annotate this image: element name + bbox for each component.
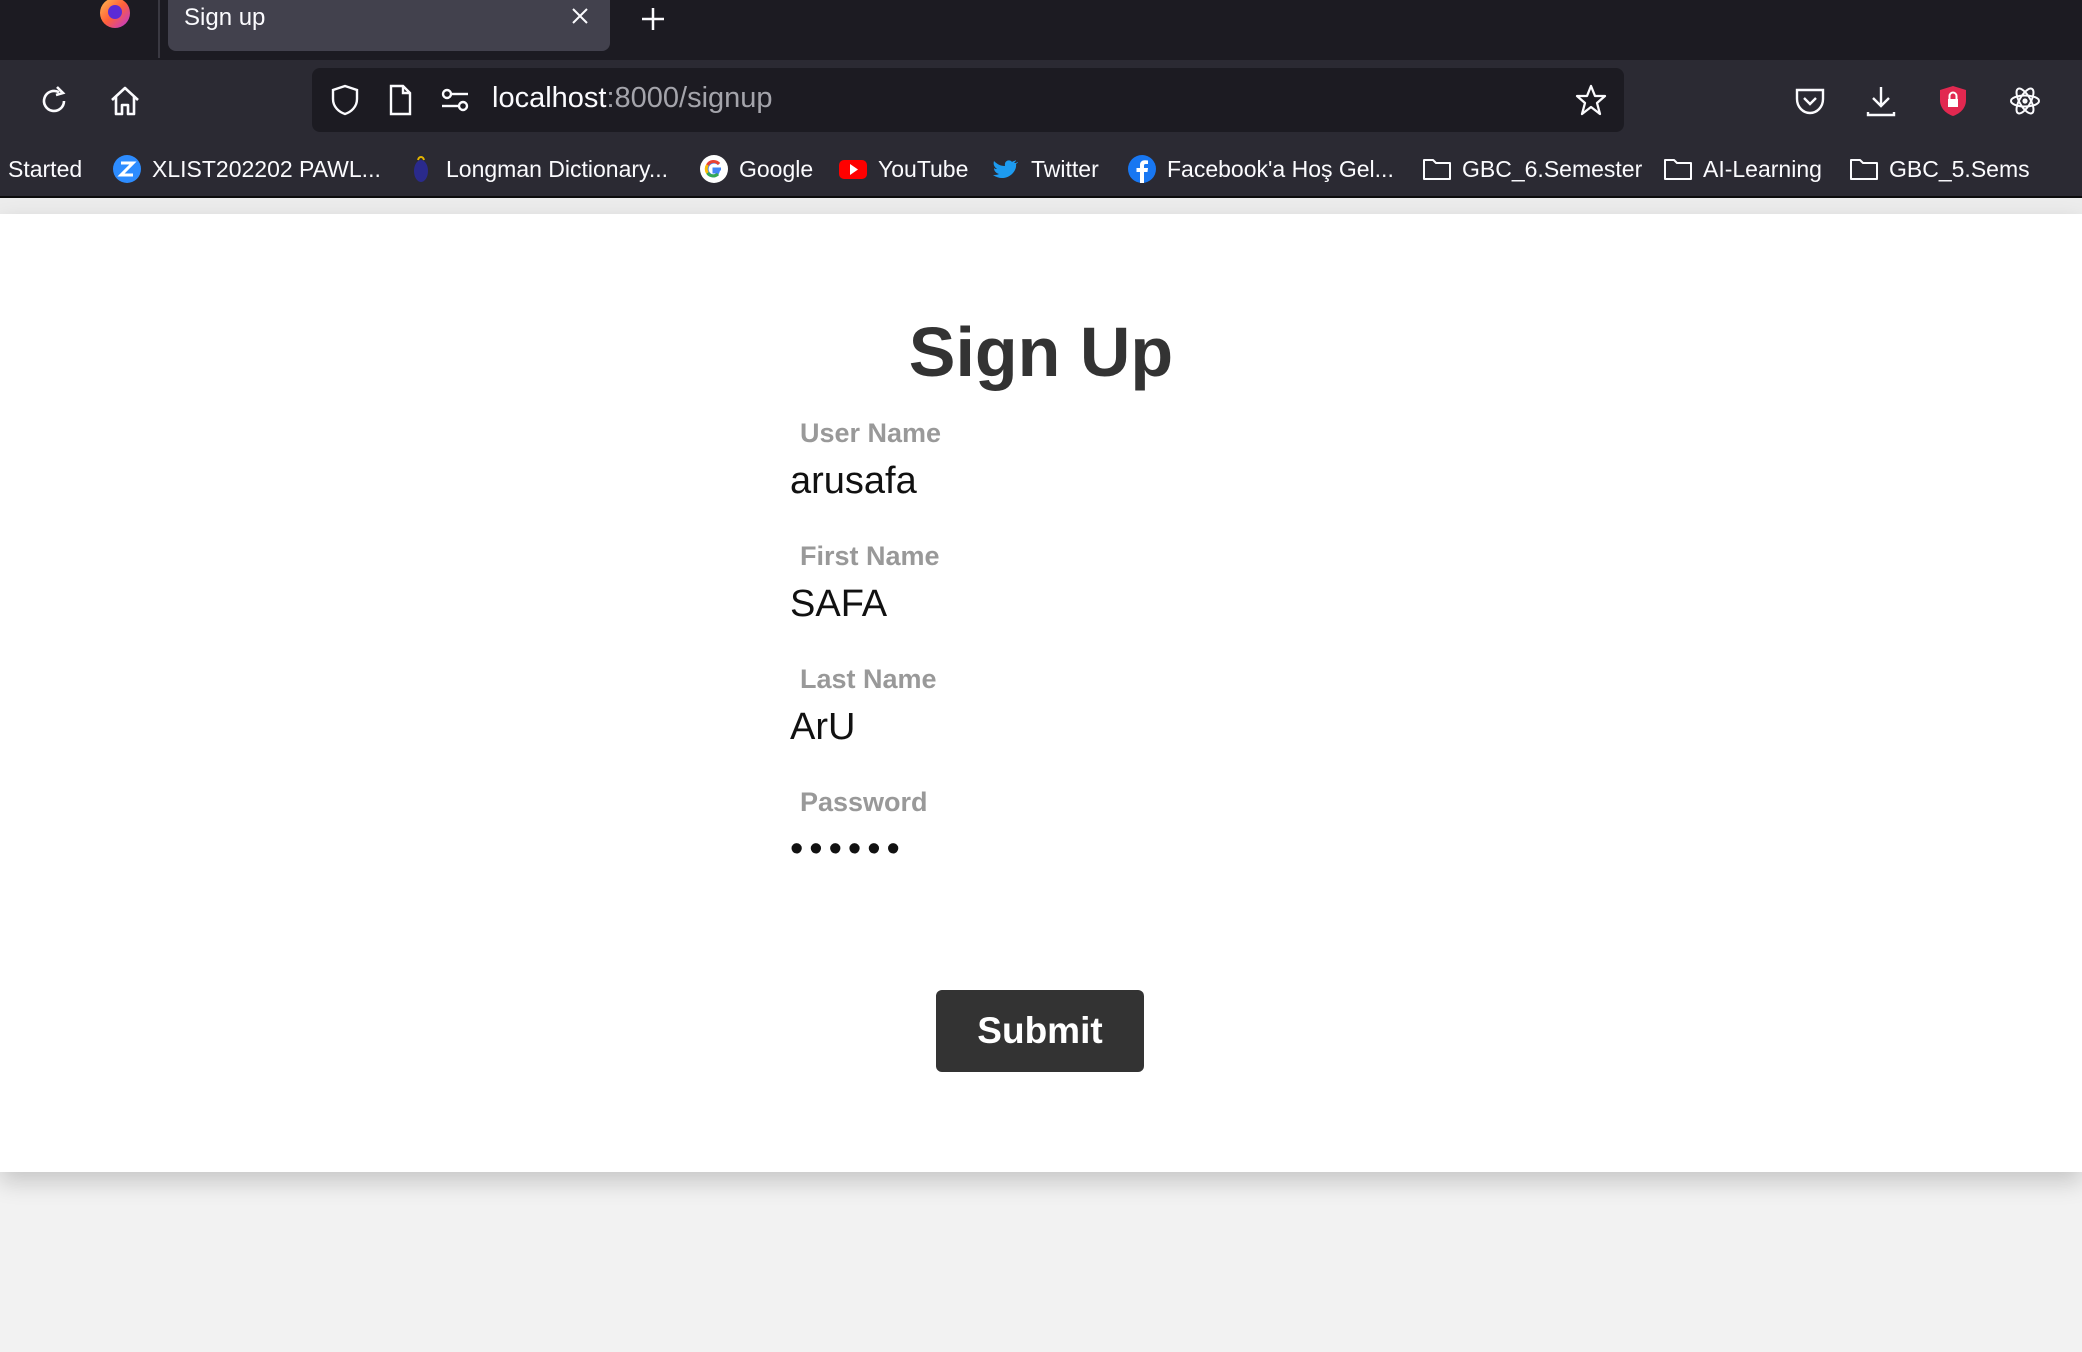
bookmark-label: GBC_6.Semester xyxy=(1462,155,1643,182)
firefox-logo-icon[interactable] xyxy=(98,0,132,30)
submit-button[interactable]: Submit xyxy=(936,990,1144,1072)
last-name-label: Last Name xyxy=(800,664,937,694)
bookmark-longman[interactable]: Longman Dictionary... xyxy=(406,152,668,186)
bookmarks-toolbar: Started XLIST202202 PAWL... Longman Dict… xyxy=(0,142,2082,198)
folder-icon xyxy=(1664,159,1692,180)
first-name-label: First Name xyxy=(800,541,940,571)
url-text[interactable]: localhost:8000/signup xyxy=(492,82,773,115)
youtube-icon xyxy=(839,160,867,179)
longman-icon xyxy=(414,156,428,182)
tab-title: Sign up xyxy=(184,4,266,31)
username-label: User Name xyxy=(800,418,942,448)
bookmark-label: Facebook'a Hoş Gel... xyxy=(1167,155,1394,182)
bookmark-label: Started xyxy=(8,155,83,182)
navigation-toolbar: localhost:8000/signup xyxy=(0,60,2082,142)
bookmark-label: Twitter xyxy=(1031,155,1099,182)
twitter-icon xyxy=(993,160,1018,178)
bookmark-label: XLIST202202 PAWL... xyxy=(152,155,381,182)
bookmark-facebook[interactable]: Facebook'a Hoş Gel... xyxy=(1127,152,1394,186)
bookmark-label: Google xyxy=(739,155,814,182)
bookmark-twitter[interactable]: Twitter xyxy=(991,152,1099,186)
url-bar[interactable]: localhost:8000/signup xyxy=(312,68,1624,132)
first-name-input[interactable] xyxy=(790,579,1390,629)
bookmark-label: Longman Dictionary... xyxy=(446,155,669,182)
star-icon[interactable] xyxy=(1574,83,1608,117)
folder-icon xyxy=(1850,159,1878,180)
url-host: localhost xyxy=(492,82,607,114)
signup-page: Sign Up User Name First Name Last Name P… xyxy=(0,214,2082,1172)
page-title: Sign Up xyxy=(908,313,1174,391)
facebook-icon xyxy=(1128,155,1156,183)
bookmark-google[interactable]: Google xyxy=(699,152,813,186)
google-icon xyxy=(700,155,728,183)
password-label: Password xyxy=(800,787,928,817)
new-tab-icon[interactable] xyxy=(638,4,668,34)
bookmark-youtube[interactable]: YouTube xyxy=(838,152,968,186)
last-name-input[interactable] xyxy=(790,702,1390,752)
bookmark-folder-gbc-5[interactable]: GBC_5.Sems xyxy=(1849,152,2030,186)
home-icon[interactable] xyxy=(108,84,142,118)
tab-strip: Sign up xyxy=(0,0,2082,60)
download-icon[interactable] xyxy=(1864,84,1898,118)
tab-separator xyxy=(158,0,160,58)
zoom-icon xyxy=(113,155,141,183)
reload-icon[interactable] xyxy=(37,84,71,118)
page-icon[interactable] xyxy=(383,83,417,117)
lock-shield-extension-icon[interactable] xyxy=(1936,84,1970,118)
bookmark-label: GBC_5.Sems xyxy=(1889,155,2030,182)
close-icon[interactable] xyxy=(568,4,592,28)
bookmark-label: YouTube xyxy=(878,155,969,182)
username-input[interactable] xyxy=(790,456,1390,506)
permissions-icon[interactable] xyxy=(438,83,472,117)
url-path: :8000/signup xyxy=(606,82,773,114)
bookmark-folder-ai-learning[interactable]: AI-Learning xyxy=(1663,152,1822,186)
bookmark-xlist[interactable]: XLIST202202 PAWL... xyxy=(112,152,381,186)
bookmark-started[interactable]: Started xyxy=(8,152,82,186)
react-devtools-icon[interactable] xyxy=(2008,84,2042,118)
page-top-strip xyxy=(0,198,2082,214)
bookmark-folder-gbc-6[interactable]: GBC_6.Semester xyxy=(1422,152,1642,186)
tab-sign-up[interactable]: Sign up xyxy=(168,0,610,51)
bookmark-label: AI-Learning xyxy=(1703,155,1822,182)
shield-icon[interactable] xyxy=(328,83,362,117)
password-input[interactable] xyxy=(790,824,1390,874)
folder-icon xyxy=(1423,159,1451,180)
pocket-icon[interactable] xyxy=(1793,84,1827,118)
